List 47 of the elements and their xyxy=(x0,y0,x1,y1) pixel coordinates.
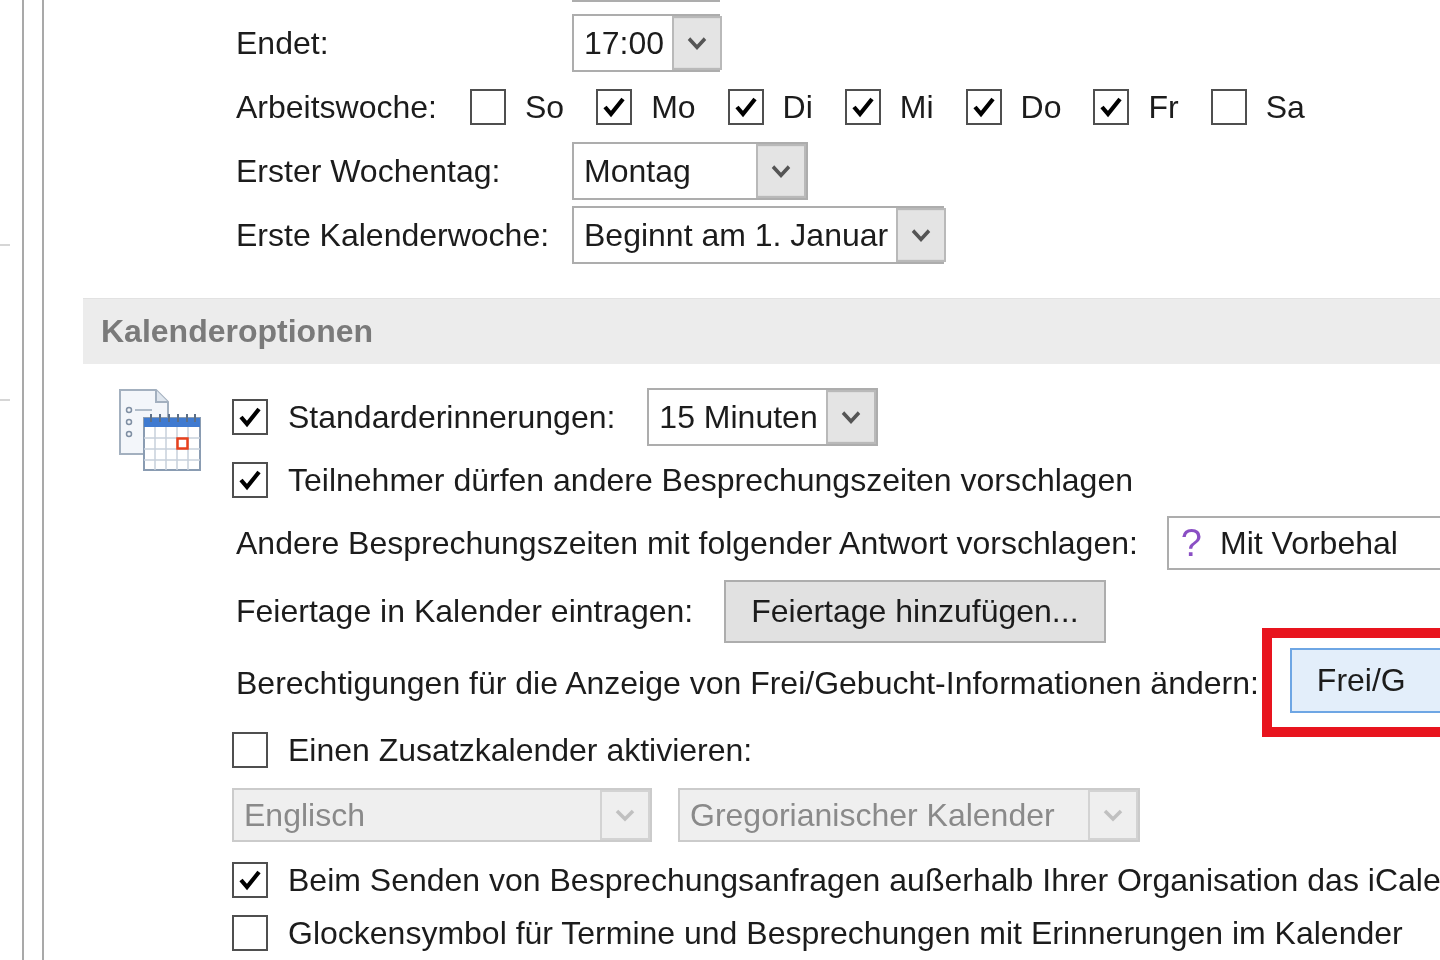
action-button[interactable]: Frei/G xyxy=(1289,648,1440,713)
dropdown[interactable]: Beginnt am 1. Januar xyxy=(572,206,944,264)
dropdown[interactable]: Montag xyxy=(572,142,808,200)
section-header: Kalenderoptionen xyxy=(83,298,1440,364)
dropdown[interactable]: ? Mit Vorbehal xyxy=(1166,516,1440,570)
chevron-down-icon xyxy=(756,144,806,198)
action-button[interactable]: Feiertage hinzufügen... xyxy=(724,579,1106,643)
checkbox-label: Einen Zusatzkalender aktivieren: xyxy=(288,730,753,770)
calendar-icon xyxy=(118,388,202,472)
field-label: Berechtigungen für die Anzeige von Frei/Gebucht-Informationen ändern: xyxy=(236,663,1259,703)
checkbox[interactable] xyxy=(470,89,506,125)
field-label: Endet: xyxy=(236,23,330,63)
field-label: Arbeitswoche: xyxy=(236,87,438,127)
field-label: Erster Wochentag: xyxy=(236,151,502,191)
chevron-down-icon xyxy=(896,208,947,262)
checkbox[interactable] xyxy=(727,89,764,125)
checkbox-label: Standarderinnerungen: xyxy=(288,397,616,437)
checkbox[interactable] xyxy=(596,89,633,125)
checkbox[interactable] xyxy=(965,89,1002,125)
checkbox-label: So xyxy=(525,87,565,127)
checkbox-label: Beim Senden von Besprechungsanfragen außerhalb Ihrer Organisation das iCale xyxy=(288,860,1440,900)
dropdown[interactable]: 17:00 xyxy=(572,14,720,72)
checkbox[interactable] xyxy=(1093,89,1130,125)
chevron-down-icon xyxy=(672,16,723,70)
checkbox[interactable] xyxy=(232,862,268,898)
checkbox[interactable] xyxy=(232,732,268,768)
checkbox-label: Do xyxy=(1020,87,1062,127)
field-label: Erste Kalenderwoche: xyxy=(236,215,551,255)
checkbox-label: Teilnehmer dürfen andere Besprechungszeiten vorschlagen xyxy=(288,460,1133,500)
checkbox[interactable] xyxy=(844,89,881,125)
chevron-down-icon xyxy=(600,790,650,840)
checkbox-label: Mi xyxy=(899,87,934,127)
checkbox[interactable] xyxy=(232,462,268,498)
checkbox[interactable] xyxy=(1210,89,1247,125)
checkbox-label: Sa xyxy=(1265,87,1305,127)
checkbox[interactable] xyxy=(232,915,268,951)
checkbox-label: Di xyxy=(782,87,813,127)
checkbox-label: Glockensymbol für Termine und Besprechungen mit Erinnerungen im Kalender xyxy=(288,913,1403,953)
dropdown[interactable]: 15 Minuten xyxy=(647,388,878,446)
checkbox-label: Mo xyxy=(651,87,696,127)
field-label: Andere Besprechungszeiten mit folgender Antwort vorschlagen: xyxy=(236,523,1138,563)
field-label: Feiertage in Kalender eintragen: xyxy=(236,591,694,631)
chevron-down-icon xyxy=(825,390,876,444)
chevron-down-icon xyxy=(1088,790,1138,840)
checkbox-label: Fr xyxy=(1148,87,1179,127)
question-mark-icon: ? xyxy=(1180,524,1202,562)
checkbox[interactable] xyxy=(232,399,268,435)
